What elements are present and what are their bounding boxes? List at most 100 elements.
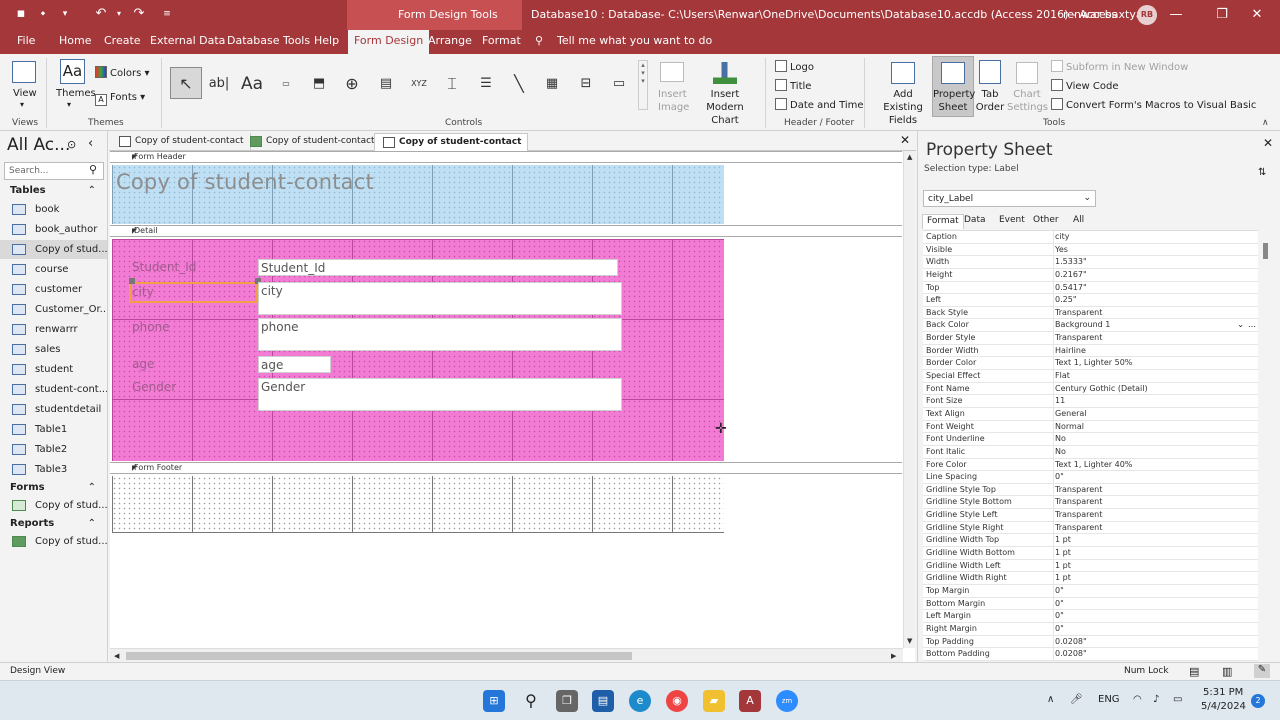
property-value[interactable]: 1 pt — [1053, 572, 1258, 585]
property-row[interactable]: Left Margin 0" — [923, 610, 1258, 623]
tab-control-icon[interactable]: ⬒ — [305, 70, 333, 98]
close-icon[interactable]: ✕ — [1234, 0, 1280, 30]
chevron-down-icon[interactable]: ▾ — [20, 100, 24, 109]
windows-start-icon[interactable]: ⊞ — [483, 690, 505, 712]
access-app-icon[interactable]: A — [739, 690, 761, 712]
tell-me-input[interactable]: Tell me what you want to do — [557, 34, 712, 47]
property-row[interactable]: Font Weight Normal — [923, 420, 1258, 434]
nav-item-form-copy[interactable]: Copy of stud... — [0, 496, 107, 515]
property-value[interactable]: Transparent — [1053, 521, 1258, 534]
property-row[interactable]: Back Style Transparent — [923, 306, 1258, 320]
tab-database-tools[interactable]: Database Tools — [227, 34, 310, 47]
tab-event-props[interactable]: Event — [995, 214, 1029, 229]
property-value[interactable]: 0" — [1053, 622, 1258, 635]
nav-item-table3[interactable]: Table3 — [0, 460, 107, 479]
textbox-gender[interactable]: Gender — [258, 378, 622, 411]
form-title-label[interactable]: Copy of student-contact — [116, 170, 374, 194]
scroll-thumb[interactable] — [126, 652, 632, 660]
property-row[interactable]: Text Align General — [923, 407, 1258, 421]
property-row[interactable]: Gridline Style Right Transparent — [923, 521, 1258, 535]
label-student-id[interactable]: Student_Id — [130, 258, 256, 276]
property-row[interactable]: Bottom Margin 0" — [923, 597, 1258, 611]
property-row[interactable]: Fore Color Text 1, Lighter 40% — [923, 458, 1258, 472]
tab-other-props[interactable]: Other — [1029, 214, 1063, 229]
nav-item-studentdetail[interactable]: studentdetail — [0, 400, 107, 419]
close-pane-icon[interactable]: ✕ — [1263, 136, 1273, 150]
property-row[interactable]: Border Color Text 1, Lighter 50% — [923, 357, 1258, 371]
property-sheet-button[interactable]: Property Sheet — [933, 88, 975, 114]
horizontal-scrollbar[interactable]: ◀ ▶ — [110, 648, 903, 662]
property-value[interactable]: city — [1053, 231, 1258, 243]
property-value[interactable]: Transparent — [1053, 483, 1258, 496]
tab-data-props[interactable]: Data — [960, 214, 990, 229]
property-row[interactable]: Bottom Padding 0.0208" — [923, 648, 1258, 661]
property-row[interactable]: Height 0.2167" — [923, 268, 1258, 282]
label-phone[interactable]: phone — [130, 318, 256, 336]
store-icon[interactable]: ▤ — [592, 690, 614, 712]
property-row[interactable]: Border Width Hairline — [923, 344, 1258, 358]
property-value[interactable]: Transparent — [1053, 332, 1258, 345]
textbox-phone[interactable]: phone — [258, 318, 622, 351]
property-value[interactable]: 0.0208" — [1053, 635, 1258, 648]
property-value[interactable]: No — [1053, 445, 1258, 458]
detail-section[interactable]: Student_Id city phone age Gender Student… — [112, 239, 724, 461]
move-handle[interactable] — [129, 278, 135, 284]
rectangle-control-icon[interactable]: ▭ — [605, 70, 633, 98]
property-value[interactable]: No — [1053, 433, 1258, 446]
battery-icon[interactable]: ▭ — [1173, 694, 1182, 705]
property-row[interactable]: Gridline Width Bottom 1 pt — [923, 547, 1258, 560]
nav-title[interactable]: All Ac... — [7, 135, 70, 155]
property-value[interactable]: 0" — [1053, 584, 1258, 597]
label-city-selected[interactable]: city — [129, 282, 258, 303]
minimize-icon[interactable]: — — [1153, 0, 1199, 30]
property-row[interactable]: Caption city — [923, 231, 1258, 244]
property-value[interactable]: 1 pt — [1053, 534, 1258, 547]
property-row[interactable]: Font Italic No — [923, 445, 1258, 459]
property-value[interactable]: Text 1, Lighter 40% — [1053, 458, 1258, 471]
property-row[interactable]: Gridline Width Left 1 pt — [923, 559, 1258, 573]
sort-icon[interactable]: ⇅ — [1258, 167, 1266, 178]
doc-tab-1[interactable]: Copy of student-contact — [111, 133, 251, 151]
form-view-icon[interactable]: ▤ — [1189, 665, 1199, 678]
scroll-thumb[interactable] — [1263, 243, 1268, 259]
scroll-right-icon[interactable]: ▶ — [891, 652, 896, 660]
textbox-control-icon[interactable]: ab| — [205, 70, 233, 98]
user-name[interactable]: renwar baxtyar — [1063, 8, 1147, 21]
tab-home[interactable]: Home — [59, 34, 91, 47]
property-value[interactable]: Transparent — [1053, 306, 1258, 319]
property-value[interactable]: 0" — [1053, 597, 1258, 610]
logo-button[interactable]: Logo — [775, 60, 814, 73]
hyperlink-control-icon[interactable]: ⊕ — [338, 70, 366, 98]
tab-order-icon[interactable] — [979, 60, 1001, 84]
page-break-icon[interactable]: ⌶ — [438, 70, 466, 98]
chrome-icon[interactable]: ◉ — [666, 690, 688, 712]
view-icon[interactable] — [12, 61, 36, 83]
nav-item-course[interactable]: course — [0, 260, 107, 279]
property-row[interactable]: Gridline Width Top 1 pt — [923, 534, 1258, 548]
nav-item-student[interactable]: student — [0, 360, 107, 379]
nav-item-renwarrr[interactable]: renwarrr — [0, 320, 107, 339]
redo-icon[interactable]: ↷ — [132, 7, 146, 21]
web-browser-control-icon[interactable]: ▤ — [372, 70, 400, 98]
edge-icon[interactable]: e — [629, 690, 651, 712]
textbox-student-id[interactable]: Student_Id — [258, 259, 618, 276]
tab-file[interactable]: File — [17, 34, 35, 47]
undo-dropdown-icon[interactable]: ▾ — [112, 7, 126, 21]
nav-item-customer-or[interactable]: Customer_Or... — [0, 300, 107, 319]
property-row[interactable]: Gridline Style Top Transparent — [923, 483, 1258, 497]
property-row[interactable]: Top Margin 0" — [923, 584, 1258, 598]
zoom-app-icon[interactable]: zm — [776, 690, 798, 712]
property-value[interactable]: 0" — [1053, 471, 1258, 484]
property-value[interactable]: 0.25" — [1053, 294, 1258, 307]
nav-section-tables[interactable]: Tables ⌃ — [0, 185, 108, 201]
chevron-down-icon[interactable]: ▾ — [67, 100, 71, 109]
view-code-button[interactable]: View Code — [1051, 79, 1119, 92]
property-value[interactable]: General — [1053, 407, 1258, 420]
textbox-age[interactable]: age — [258, 356, 331, 373]
nav-item-report-copy[interactable]: Copy of stud... — [0, 532, 107, 551]
tab-format[interactable]: Format — [482, 34, 521, 47]
vertical-scrollbar[interactable]: ▲ ▼ — [903, 151, 915, 648]
property-row[interactable]: Line Spacing 0" — [923, 471, 1258, 484]
property-value[interactable]: 1 pt — [1053, 559, 1258, 572]
property-row[interactable]: Visible Yes — [923, 243, 1258, 257]
